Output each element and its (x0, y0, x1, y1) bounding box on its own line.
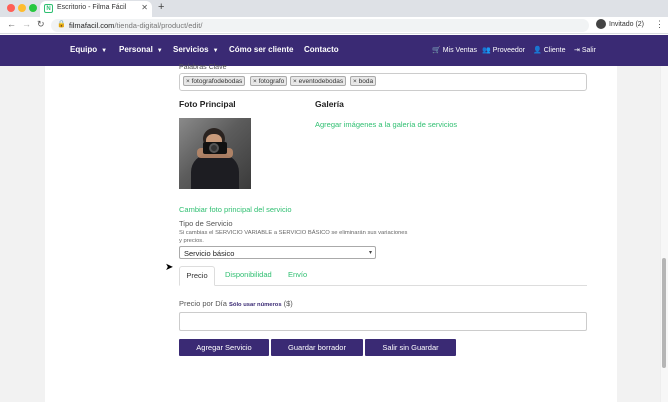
back-icon[interactable]: ← (7, 19, 16, 29)
add-gallery-images-link[interactable]: Agregar imágenes a la galería de servici… (315, 120, 457, 129)
browser-tab[interactable]: N Escritorio - Filma Fácil ✕ (40, 1, 152, 17)
change-main-photo-link[interactable]: Cambiar foto principal del servicio (179, 205, 292, 214)
maximize-window-button[interactable] (29, 4, 37, 12)
nav-proveedor[interactable]: 👥 Proveedor (482, 46, 525, 54)
exit-without-saving-button[interactable]: Salir sin Guardar (365, 339, 456, 356)
save-draft-button[interactable]: Guardar borrador (271, 339, 363, 356)
precio-input[interactable] (179, 312, 587, 331)
lock-icon: 🔒 (57, 21, 66, 28)
precio-unit: ($) (283, 299, 293, 308)
forward-icon[interactable]: → (22, 19, 31, 29)
url-text: filmafacil.com/tienda-digital/product/ed… (69, 21, 203, 30)
site-favicon-icon: N (44, 4, 53, 13)
minimize-window-button[interactable] (18, 4, 26, 12)
address-bar[interactable]: 🔒 filmafacil.com/tienda-digital/product/… (51, 19, 589, 32)
caret-down-icon: ▼ (156, 48, 163, 54)
nav-salir[interactable]: ⇥ Salir (574, 46, 596, 54)
tag-chip[interactable]: × boda (350, 76, 377, 86)
caret-down-icon: ▼ (212, 48, 219, 54)
precio-label: Precio por Día Sólo usar números ($) (179, 299, 293, 308)
new-tab-icon[interactable]: + (158, 1, 164, 13)
tipo-servicio-select[interactable]: Servicio básico ▾ (179, 246, 376, 259)
browser-tab-bar: N Escritorio - Filma Fácil ✕ + (0, 0, 668, 17)
tab-envio[interactable]: Envío (288, 266, 307, 286)
nav-cliente[interactable]: 👤 Cliente (533, 46, 566, 54)
nav-servicios[interactable]: Servicios ▼ (173, 45, 219, 54)
nav-como-ser-cliente[interactable]: Cómo ser cliente (229, 45, 293, 54)
nav-contacto[interactable]: Contacto (304, 45, 339, 54)
keywords-input[interactable]: × fotografodebodas × fotografo × eventod… (179, 73, 587, 91)
tab-title: Escritorio - Filma Fácil (57, 4, 127, 11)
cart-icon: 🛒 (432, 47, 441, 54)
users-icon: 👥 (482, 47, 491, 54)
browser-menu-icon[interactable]: ⋮ (655, 19, 664, 30)
scrollbar-thumb[interactable] (662, 258, 666, 368)
tipo-servicio-help: Si cambias el SERVICIO VARIABLE a SERVIC… (179, 230, 408, 244)
tag-chip[interactable]: × eventodebodas (290, 76, 347, 86)
tab-precio[interactable]: Precio (179, 266, 215, 286)
nav-equipo[interactable]: Equipo ▼ (70, 45, 107, 54)
nav-personal[interactable]: Personal ▼ (119, 45, 163, 54)
keywords-label: Palabras Clave (179, 64, 227, 71)
sign-out-icon: ⇥ (574, 47, 580, 54)
tag-chip[interactable]: × fotografodebodas (183, 76, 246, 86)
close-window-button[interactable] (7, 4, 15, 12)
browser-toolbar: ← → ↻ 🔒 filmafacil.com/tienda-digital/pr… (0, 17, 668, 34)
precio-hint: Sólo usar números (229, 302, 282, 308)
profile-button[interactable]: Invitado (2) (596, 19, 644, 32)
profile-avatar-icon (596, 19, 606, 29)
user-plus-icon: 👤 (533, 47, 542, 54)
nav-mis-ventas[interactable]: 🛒 Mis Ventas (432, 46, 477, 54)
tag-chip[interactable]: × fotografo (250, 76, 288, 86)
tipo-servicio-label: Tipo de Servicio (179, 219, 233, 228)
mouse-cursor-icon: ➤ (165, 262, 174, 273)
select-value: Servicio básico (184, 249, 235, 258)
foto-principal-heading: Foto Principal (179, 99, 236, 109)
close-tab-icon[interactable]: ✕ (141, 3, 148, 12)
profile-label: Invitado (2) (609, 20, 645, 28)
galeria-heading: Galería (315, 99, 344, 109)
main-photo (179, 118, 251, 189)
add-service-button[interactable]: Agregar Servicio (179, 339, 269, 356)
select-arrows-icon: ▾ (368, 250, 372, 256)
reload-icon[interactable]: ↻ (37, 19, 45, 30)
tab-disponibilidad[interactable]: Disponibilidad (225, 266, 272, 286)
caret-down-icon: ▼ (101, 48, 108, 54)
site-navbar: Equipo ▼ Personal ▼ Servicios ▼ Cómo ser cl… (0, 35, 668, 66)
